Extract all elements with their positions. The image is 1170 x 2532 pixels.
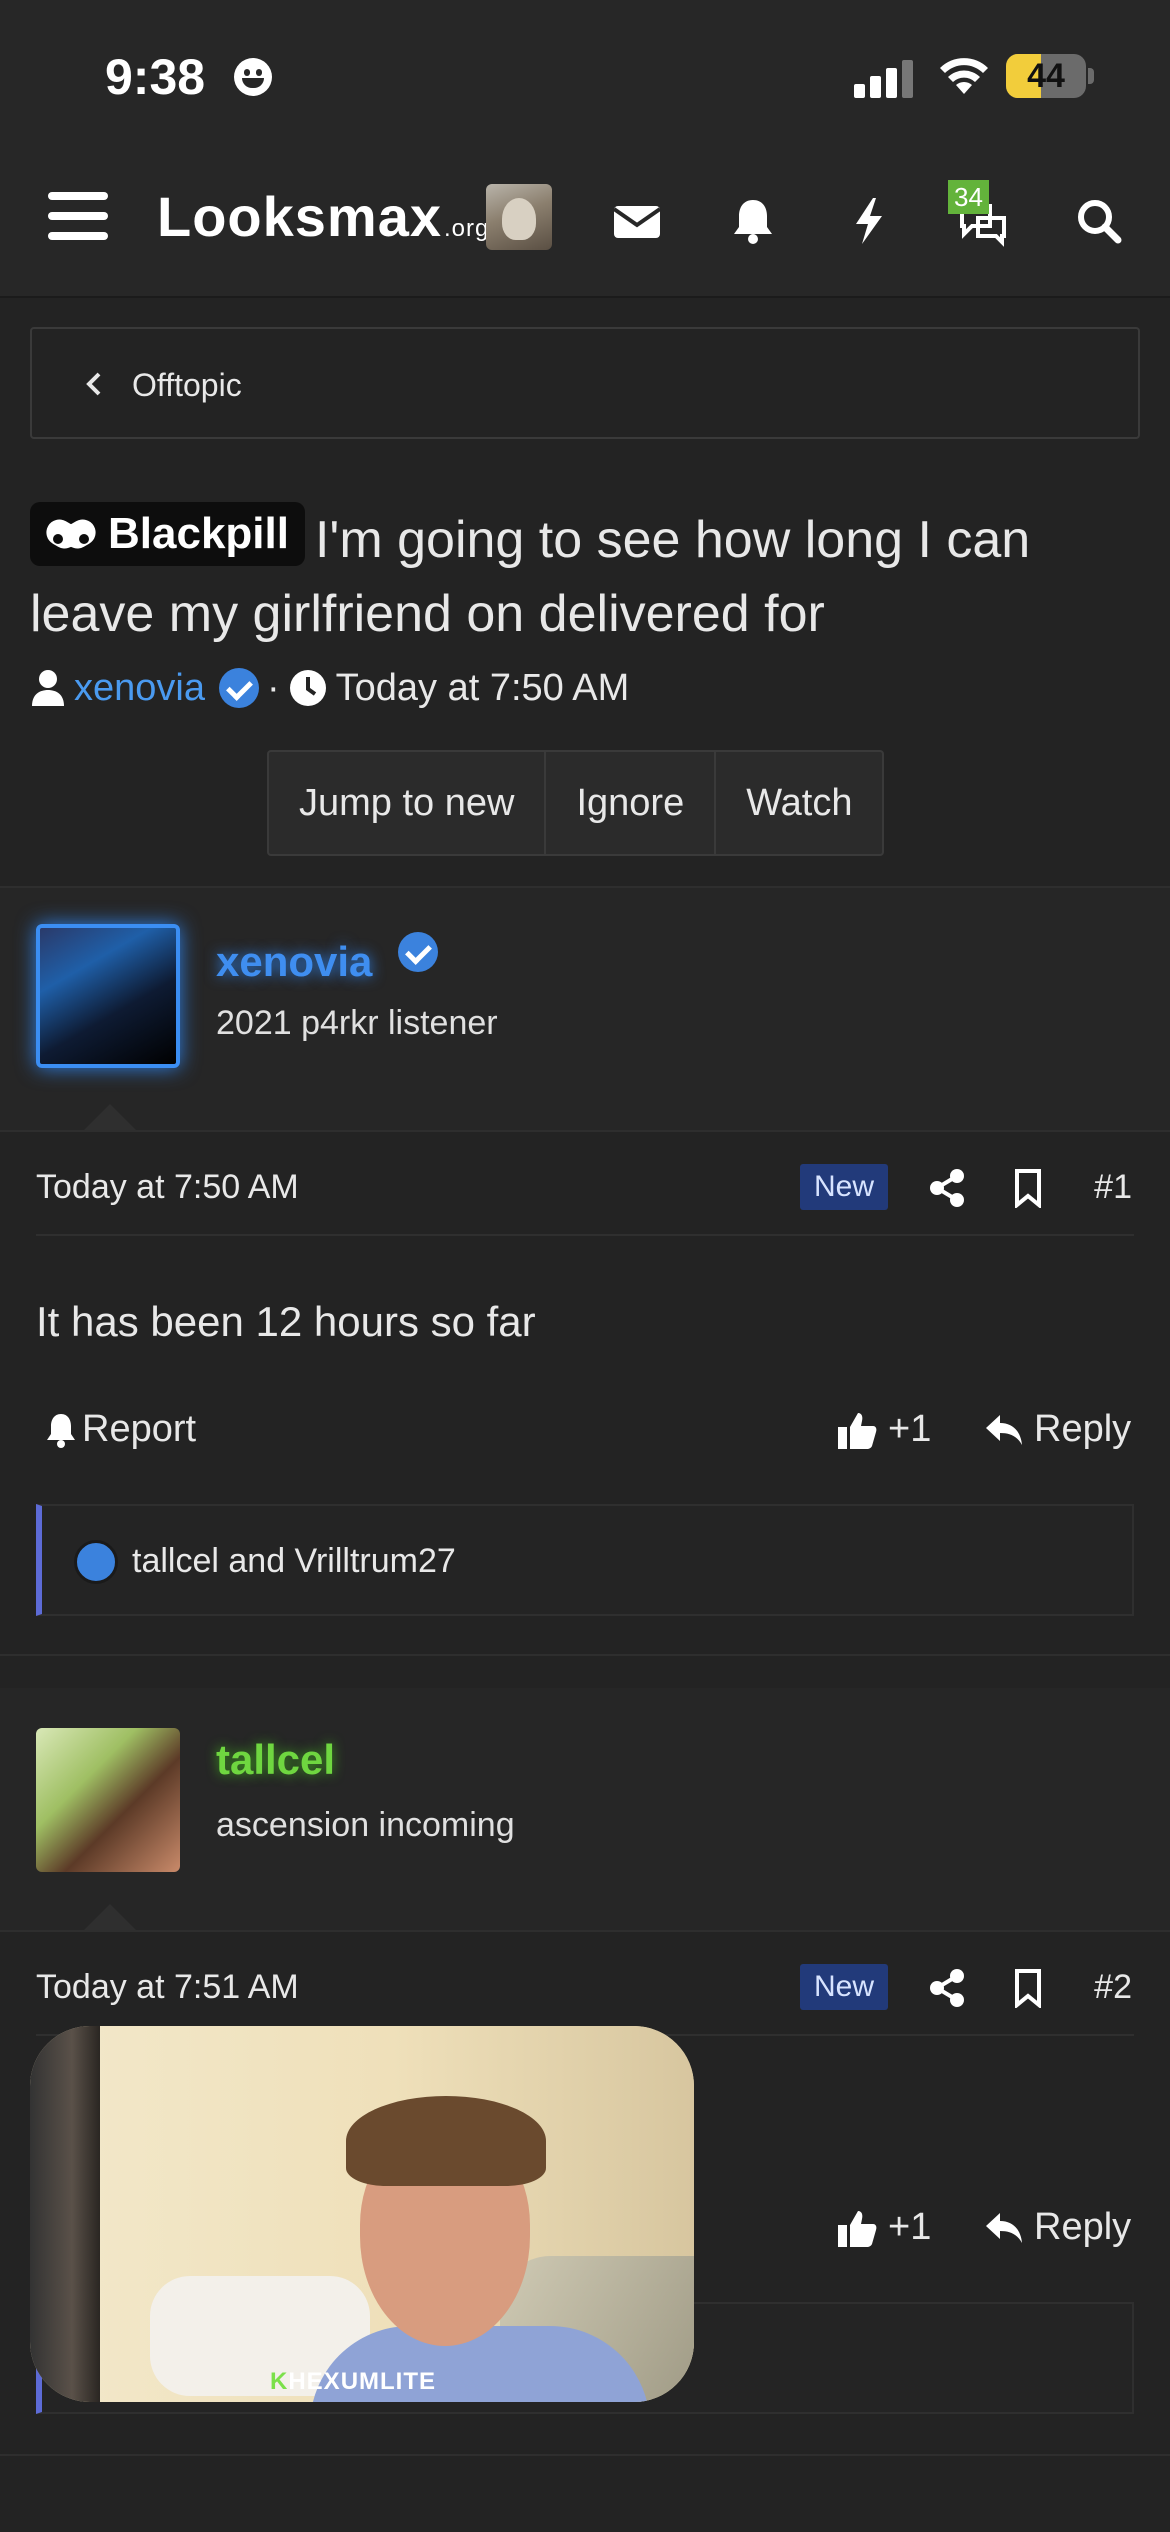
jump-to-new-button[interactable]: Jump to new [269, 752, 547, 854]
like-button[interactable]: +1 [836, 1408, 931, 1451]
battery-level: 44 [1027, 57, 1065, 95]
post-1-number[interactable]: #1 [1094, 1168, 1132, 1207]
chevron-left-icon [86, 372, 101, 396]
post-2-user-title: ascension incoming [216, 1806, 515, 1844]
thread-actions: Jump to new Ignore Watch [267, 750, 885, 856]
post-1-new-badge: New [800, 1164, 889, 1210]
post-2-header: Today at 7:51 AM New #2 [36, 1946, 1134, 2036]
video-watermark: KHEXUMLITE [270, 2368, 437, 2395]
menu-icon[interactable] [48, 190, 108, 242]
thread-meta: xenovia · Today at 7:50 AM [30, 662, 629, 714]
bookmark-icon[interactable] [1012, 1168, 1044, 1208]
like-reaction-icon [74, 1540, 118, 1584]
smiley-icon [234, 58, 272, 96]
bell-icon [47, 1413, 75, 1448]
like-button[interactable]: +1 [836, 2206, 931, 2249]
cellular-signal-icon [854, 58, 914, 98]
reply-icon [986, 1414, 1022, 1445]
post-1-pointer [84, 1104, 136, 1130]
site-logo[interactable]: Looksmax.org [157, 184, 489, 249]
post-1-reactions[interactable]: tallcel and Vrilltrum27 [36, 1504, 1134, 1616]
breadcrumb-label: Offtopic [132, 367, 242, 403]
verified-icon [218, 668, 259, 708]
reply-button[interactable]: Reply [984, 1408, 1131, 1451]
thread-date[interactable]: Today at 7:50 AM [336, 667, 630, 710]
status-bar: 9:38 44 [0, 0, 1170, 150]
reply-label: Reply [1034, 2206, 1132, 2248]
reply-icon [986, 2212, 1022, 2243]
post-1-avatar[interactable] [36, 924, 180, 1068]
app-header: Looksmax.org 34 [0, 150, 1170, 298]
clock-icon [289, 670, 326, 706]
bell-icon[interactable] [726, 194, 780, 248]
post-2-username[interactable]: tallcel [216, 1736, 335, 1784]
post-1-user-block: xenovia 2021 p4rkr listener [0, 888, 1170, 1130]
post-2-avatar[interactable] [36, 1728, 180, 1872]
post-2-pointer [84, 1904, 136, 1930]
post-1-date[interactable]: Today at 7:50 AM [36, 1168, 299, 1207]
divider [0, 1654, 1170, 1656]
divider [0, 1930, 1170, 1932]
share-icon[interactable] [928, 1168, 966, 1208]
thread-title: Blackpill I'm going to see how long I ca… [30, 502, 1140, 651]
bookmark-icon[interactable] [1012, 1968, 1044, 2008]
search-icon[interactable] [1072, 194, 1126, 248]
lightning-icon[interactable] [842, 194, 896, 248]
thumbs-up-icon [838, 2210, 877, 2247]
account-avatar[interactable] [486, 184, 552, 250]
post-1-user-title: 2021 p4rkr listener [216, 1004, 498, 1042]
post-2-number[interactable]: #2 [1094, 1968, 1132, 2007]
report-button[interactable]: Report [44, 1408, 196, 1451]
battery-cap [1088, 68, 1094, 84]
thread-prefix[interactable]: Blackpill [30, 502, 305, 566]
meta-separator: · [266, 666, 280, 709]
post-1-username[interactable]: xenovia [216, 932, 439, 986]
blackpill-icon [46, 519, 96, 549]
post-2-new-badge: New [800, 1964, 889, 2010]
divider [0, 2454, 1170, 2456]
picture-in-picture-video[interactable]: KHEXUMLITE [30, 2026, 694, 2402]
reply-button[interactable]: Reply [984, 2206, 1131, 2249]
thread-author-link[interactable]: xenovia [74, 667, 205, 710]
inbox-icon[interactable] [610, 194, 664, 248]
report-label: Report [82, 1408, 197, 1450]
battery-icon: 44 [1006, 54, 1086, 98]
breadcrumb[interactable]: Offtopic [30, 327, 1140, 439]
ignore-button[interactable]: Ignore [546, 752, 717, 854]
thumbs-up-icon [838, 1412, 877, 1449]
post-1-header: Today at 7:50 AM New #1 [36, 1146, 1134, 1236]
watch-button[interactable]: Watch [716, 752, 882, 854]
reactions-list[interactable]: tallcel and Vrilltrum27 [132, 1542, 456, 1581]
reply-label: Reply [1034, 1408, 1132, 1450]
user-icon [32, 670, 64, 706]
verified-icon [398, 932, 439, 972]
like-count: +1 [888, 1408, 932, 1450]
post-2-user-block: tallcel ascension incoming [0, 1688, 1170, 1930]
post-1-body: It has been 12 hours so far [36, 1298, 536, 1345]
post-2-date[interactable]: Today at 7:51 AM [36, 1968, 299, 2007]
divider [0, 1130, 1170, 1132]
wifi-icon [940, 58, 988, 94]
like-count: +1 [888, 2206, 932, 2248]
status-time: 9:38 [105, 49, 206, 105]
conversations-badge: 34 [948, 180, 989, 214]
share-icon[interactable] [928, 1968, 966, 2008]
